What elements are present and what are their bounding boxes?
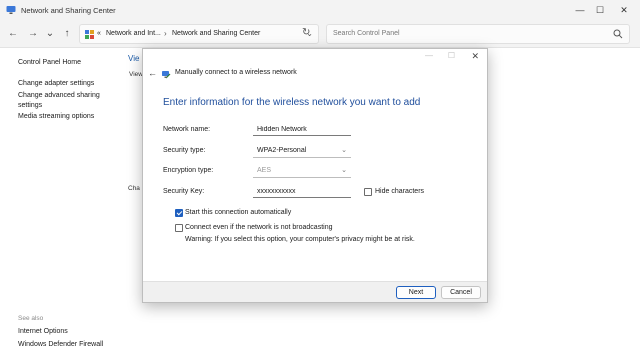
control-panel-icon (85, 30, 94, 39)
encryption-type-label: Encryption type: (163, 167, 214, 174)
window-titlebar: Network and Sharing Center — ☐ ✕ (0, 0, 640, 20)
privacy-warning-text: Warning: If you select this option, your… (185, 236, 415, 243)
sidebar: Control Panel Home Change adapter settin… (0, 48, 125, 362)
hide-characters-checkbox[interactable] (364, 188, 372, 196)
search-input[interactable]: Search Control Panel (333, 30, 400, 37)
address-bar[interactable]: « Network and Int... › Network and Shari… (79, 24, 319, 44)
back-button[interactable]: ← (6, 27, 20, 41)
security-type-label: Security type: (163, 147, 206, 154)
hide-characters-label: Hide characters (375, 188, 425, 195)
chevron-down-icon: ⌄ (341, 147, 347, 154)
connect-not-broadcasting-label: Connect even if the network is not broad… (185, 224, 333, 231)
connect-not-broadcasting-checkbox[interactable] (175, 224, 183, 232)
up-button[interactable]: ↑ (60, 27, 74, 41)
dialog-back-button[interactable]: ← (148, 68, 157, 78)
security-key-label: Security Key: (163, 188, 205, 195)
search-icon (613, 29, 623, 39)
breadcrumb-network-sharing[interactable]: Network and Sharing Center (172, 30, 260, 37)
chevron-right-icon: › (164, 29, 167, 38)
refresh-button[interactable]: ↻ (302, 27, 310, 38)
dialog-maximize-icon: ☐ (447, 51, 455, 60)
network-center-icon (6, 6, 16, 14)
search-box[interactable]: Search Control Panel (326, 24, 630, 44)
forward-button[interactable]: → (26, 27, 40, 41)
start-automatically-checkbox[interactable] (175, 209, 183, 217)
window-title: Network and Sharing Center (21, 6, 116, 15)
wireless-network-icon (162, 71, 171, 79)
recent-locations-button[interactable]: ⌄ (43, 27, 57, 41)
encryption-type-value: AES (257, 167, 272, 174)
change-settings-fragment: Cha (128, 185, 140, 192)
cancel-button[interactable]: Cancel (441, 286, 481, 299)
sidebar-item-defender-firewall[interactable]: Windows Defender Firewall (18, 340, 118, 350)
sidebar-item-adapter-settings[interactable]: Change adapter settings (18, 79, 118, 89)
security-type-value: WPA2-Personal (257, 147, 307, 154)
security-type-select[interactable]: WPA2-Personal ⌄ (253, 145, 351, 158)
encryption-type-select[interactable]: AES ⌄ (253, 165, 351, 178)
sidebar-item-media-streaming[interactable]: Media streaming options (18, 112, 118, 122)
manual-wireless-dialog: — ☐ ✕ ← Manually connect to a wireless n… (142, 48, 488, 303)
dialog-title: Manually connect to a wireless network (175, 69, 297, 76)
sidebar-item-advanced-sharing[interactable]: Change advanced sharing settings (18, 91, 106, 111)
address-overflow[interactable]: « (97, 30, 101, 37)
close-window-button[interactable]: ✕ (612, 0, 636, 20)
network-name-label: Network name: (163, 126, 211, 133)
chevron-down-icon: ⌄ (341, 167, 347, 174)
security-key-field[interactable] (253, 185, 351, 198)
sidebar-item-control-panel-home[interactable]: Control Panel Home (18, 58, 118, 68)
breadcrumb-network-internet[interactable]: Network and Int... (106, 30, 161, 37)
sidebar-item-internet-options[interactable]: Internet Options (18, 327, 118, 337)
dialog-minimize-icon: — (425, 51, 433, 60)
dialog-close-button[interactable]: ✕ (471, 51, 479, 62)
see-also-label: See also (18, 315, 44, 322)
network-name-field[interactable] (253, 123, 351, 136)
start-automatically-label: Start this connection automatically (185, 209, 292, 216)
navigation-bar: ← → ⌄ ↑ « Network and Int... › Network a… (0, 20, 640, 48)
next-button[interactable]: Next (396, 286, 436, 299)
maximize-button[interactable]: ☐ (588, 0, 612, 20)
dialog-heading: Enter information for the wireless netwo… (163, 97, 421, 108)
dialog-footer: Next Cancel (143, 281, 487, 302)
page-heading-fragment: Vie (128, 54, 140, 63)
view-networks-fragment: View (129, 71, 143, 78)
